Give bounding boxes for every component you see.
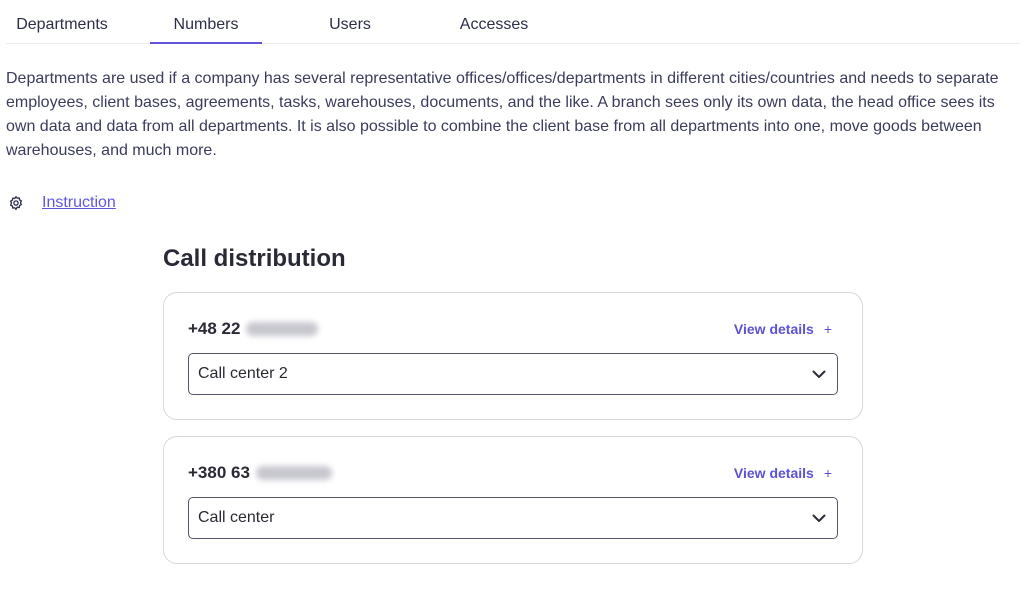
phone-prefix: +380 63 — [188, 463, 250, 482]
plus-icon: + — [823, 465, 832, 481]
number-card: +380 63 View details + Call center — [163, 436, 863, 564]
tab-bar: Departments Numbers Users Accesses — [6, 0, 1020, 44]
chevron-down-icon — [812, 370, 826, 378]
tab-departments[interactable]: Departments — [6, 0, 118, 44]
instruction-link[interactable]: Instruction — [42, 194, 116, 212]
redacted-phone-digits — [246, 322, 319, 336]
tab-accesses[interactable]: Accesses — [438, 0, 550, 44]
departments-description: Departments are used if a company has se… — [6, 70, 999, 159]
view-details-button[interactable]: View details + — [734, 321, 832, 337]
view-details-label: View details — [733, 321, 814, 337]
tab-numbers[interactable]: Numbers — [150, 0, 262, 44]
tab-users[interactable]: Users — [294, 0, 406, 44]
call-center-select[interactable]: Call center 2 — [188, 353, 838, 395]
select-value: Call center 2 — [198, 365, 288, 382]
phone-prefix: +48 22 — [188, 319, 241, 338]
gear-icon — [8, 195, 24, 211]
number-card: +48 22 View details + Call center 2 — [163, 292, 863, 420]
plus-icon: + — [823, 321, 832, 337]
view-details-label: View details — [733, 465, 814, 481]
phone-number: +380 63 — [188, 463, 332, 483]
call-center-select[interactable]: Call center — [188, 497, 838, 539]
instruction-row: Instruction — [8, 192, 116, 214]
select-value: Call center — [198, 509, 275, 526]
section-title: Call distribution — [163, 245, 346, 272]
view-details-button[interactable]: View details + — [734, 465, 832, 481]
phone-number: +48 22 — [188, 319, 319, 339]
chevron-down-icon — [812, 514, 826, 522]
redacted-phone-digits — [255, 466, 332, 480]
